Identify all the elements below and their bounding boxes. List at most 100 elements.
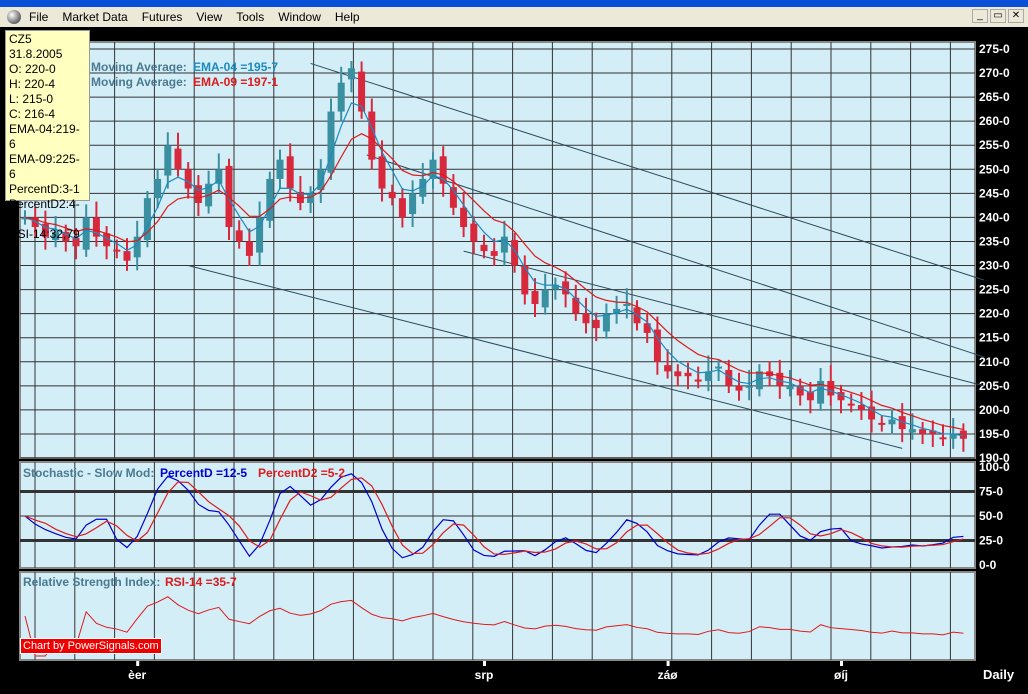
candle-body (225, 165, 233, 228)
stoch-tick-label: 50-0 (979, 509, 1003, 523)
price-tick-label: 270-0 (979, 66, 1010, 80)
percentd2-label: PercentD2 =5-2 (258, 466, 346, 480)
candle-body (786, 385, 794, 390)
candle-body (174, 148, 182, 170)
menu-market-data[interactable]: Market Data (62, 10, 127, 24)
menu-futures[interactable]: Futures (142, 10, 183, 24)
price-tick-label: 275-0 (979, 42, 1010, 56)
menu-view[interactable]: View (196, 10, 222, 24)
ema4-label: EMA-04 =195-7 (193, 60, 279, 74)
candle-body (582, 313, 590, 324)
candle-body (337, 82, 345, 112)
candle-body (409, 193, 417, 215)
menu-window[interactable]: Window (278, 10, 321, 24)
candle-body (888, 419, 896, 425)
price-tick-label: 220-0 (979, 307, 1010, 321)
price-tick-label: 225-0 (979, 283, 1010, 297)
date-label: srp (475, 668, 494, 682)
price-tick-label: 250-0 (979, 162, 1010, 176)
price-tick-label: 255-0 (979, 138, 1010, 152)
price-tick-label: 195-0 (979, 427, 1010, 441)
info-line: EMA-09:225-6 (9, 152, 80, 181)
close-button[interactable]: ✕ (1008, 9, 1024, 23)
stoch-tick-label: 100-0 (979, 460, 1010, 474)
candle-body (521, 265, 529, 295)
candle-body (378, 156, 386, 189)
chart-area[interactable]: 275-0 270-0 265-0 260-0 255-0 250-0 245-0 240-0… (0, 27, 1028, 694)
date-label: øíj (834, 668, 848, 682)
stoch-tick-label: 25-0 (979, 534, 1003, 548)
candle-body (919, 429, 927, 434)
menu-help[interactable]: Help (335, 10, 360, 24)
info-line: RSI-14:32,79 (9, 227, 80, 241)
price-tick-label: 235-0 (979, 234, 1010, 248)
price-tick-label: 230-0 (979, 259, 1010, 273)
info-line: PercentD2:4-7 (9, 197, 80, 226)
info-line: H: 220-4 (9, 77, 56, 91)
ma-label-2: Moving Average: (91, 75, 187, 89)
candle-body (939, 437, 947, 440)
candle-body (908, 429, 916, 433)
period-label: Daily (983, 667, 1015, 682)
ema9-label: EMA-09 =197-1 (193, 75, 279, 89)
candle-body (857, 405, 865, 410)
info-line: CZ5 (9, 32, 32, 46)
app-logo-icon[interactable] (7, 10, 21, 24)
date-label: záø (658, 668, 679, 682)
stoch-tick-label: 0-0 (979, 558, 997, 572)
candle-body (184, 169, 192, 189)
rsi-value-label: RSI-14 =35-7 (165, 575, 237, 589)
candle-body (113, 249, 121, 252)
info-line: 31.8.2005 (9, 47, 63, 61)
stoch-tick-label: 75-0 (979, 485, 1003, 499)
stoch-label: Stochastic - Slow Mod: (23, 466, 155, 480)
price-tick-label: 260-0 (979, 114, 1010, 128)
menu-file[interactable]: File (29, 10, 48, 24)
date-tick (666, 661, 670, 666)
candle-body (123, 251, 131, 261)
price-tick-label: 200-0 (979, 403, 1010, 417)
price-tick-label: 245-0 (979, 186, 1010, 200)
ohlc-info-box: CZ5 31.8.2005 O: 220-0 H: 220-4 L: 215-0 C: 2… (5, 30, 90, 241)
candle-body (480, 244, 488, 252)
minimize-button[interactable]: _ (972, 9, 988, 23)
candle-body (276, 159, 284, 179)
candle-body (623, 304, 631, 307)
candle-body (490, 251, 498, 256)
menu-bar: File Market Data Futures View Tools Wind… (0, 7, 1028, 27)
candle-body (511, 240, 519, 266)
credit-badge[interactable]: Chart by PowerSignals.com (20, 638, 162, 654)
candle-body (592, 319, 600, 329)
candle-body (235, 230, 243, 242)
price-tick-label: 265-0 (979, 90, 1010, 104)
candle-body (307, 193, 315, 203)
rsi-label: Relative Strength Index: (23, 575, 161, 589)
candle-body (286, 156, 294, 189)
info-line: L: 215-0 (9, 92, 54, 106)
candle-body (164, 145, 172, 176)
candle-body (572, 297, 580, 314)
date-tick (840, 661, 843, 666)
candle-body (664, 365, 672, 372)
info-line: PercentD:3-1 (9, 182, 80, 196)
price-tick-label: 215-0 (979, 331, 1010, 345)
candle-body (245, 241, 253, 256)
candle-body (735, 385, 743, 391)
price-tick-label: 240-0 (979, 210, 1010, 224)
restore-button[interactable]: ▭ (990, 9, 1006, 23)
ma-label-1: Moving Average: (91, 60, 187, 74)
percentd-label: PercentD =12-5 (160, 466, 248, 480)
date-label: èer (128, 668, 146, 682)
candle-body (847, 403, 855, 406)
candle-body (154, 178, 162, 199)
panel-rsi (19, 571, 976, 661)
candle-body (541, 289, 549, 308)
menu-tools[interactable]: Tools (236, 10, 264, 24)
candle-body (266, 178, 274, 221)
date-tick (483, 661, 486, 666)
candle-body (368, 111, 376, 160)
candle-body (470, 223, 478, 242)
candle-body (460, 207, 468, 228)
candle-body (500, 236, 508, 253)
candle-body (959, 430, 967, 439)
